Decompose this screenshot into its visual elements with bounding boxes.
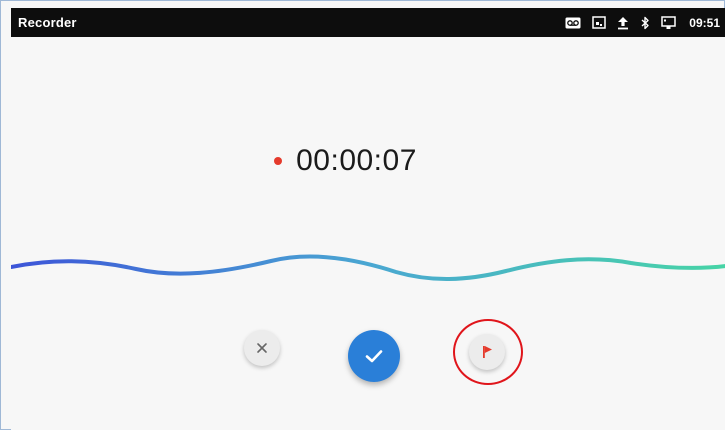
status-icons: 09:51: [565, 15, 720, 31]
highlight-ring-annotation: [453, 319, 523, 385]
app-window: Recorder 09:51 00:00:07: [0, 0, 725, 430]
recorder-screen: 00:00:07: [11, 37, 725, 430]
ethernet-icon: [661, 15, 677, 31]
checkmark-icon: [365, 350, 383, 363]
upload-icon: [617, 15, 629, 31]
app-title: Recorder: [18, 15, 77, 30]
bluetooth-icon: [640, 15, 650, 31]
control-bar: [11, 37, 725, 430]
cancel-button[interactable]: [244, 330, 280, 366]
voicemail-icon: [565, 15, 581, 31]
screenshot-icon: [592, 15, 607, 31]
save-button[interactable]: [348, 330, 400, 382]
close-icon: [257, 343, 267, 353]
status-bar: Recorder 09:51: [11, 8, 725, 37]
clock: 09:51: [689, 15, 720, 30]
